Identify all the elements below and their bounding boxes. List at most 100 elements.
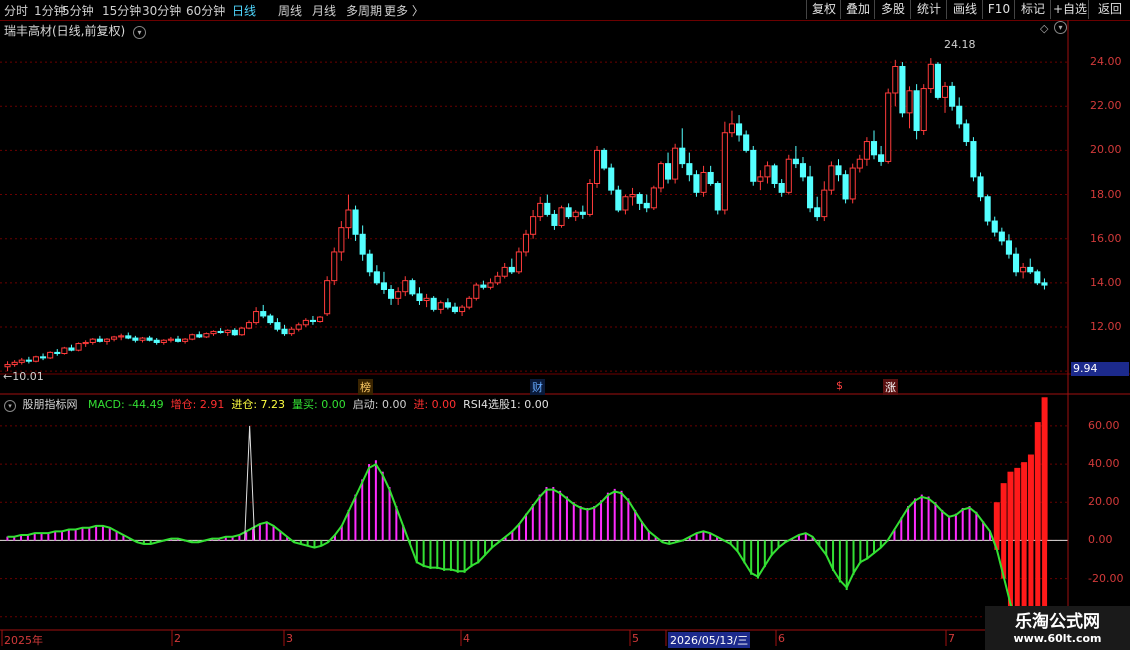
- stock-title-label: 瑞丰高材(日线,前复权): [4, 24, 126, 38]
- time-axis-label: 6: [778, 632, 785, 645]
- candle-body: [1005, 240, 1012, 255]
- macd-bar: [525, 513, 527, 541]
- indicator-axis-label: 0.00: [1088, 533, 1113, 547]
- indicator-title[interactable]: ▾ 股朋指标网 MACD: -44.49 增仓: 2.91 进仓: 7.23 量买: …: [4, 396, 563, 412]
- period-tab-6[interactable]: 日线: [232, 2, 256, 19]
- candle-body: [444, 302, 451, 308]
- candle-body: [693, 174, 700, 193]
- watermark-logo: 乐淘公式网 www.60lt.com: [985, 606, 1130, 650]
- candle-body: [906, 90, 913, 114]
- price-axis-label: 22.00: [1090, 99, 1122, 113]
- signal-bar: [993, 502, 1000, 541]
- toolbar-button-5[interactable]: F10: [982, 0, 1015, 19]
- toolbar-button-7[interactable]: +自选: [1050, 0, 1089, 19]
- candle-body: [842, 174, 849, 200]
- candle-body: [61, 347, 68, 355]
- event-marker-zhang[interactable]: 涨: [883, 379, 898, 395]
- period-tab-5[interactable]: 60分钟: [186, 2, 225, 19]
- period-tab-9[interactable]: 多周期: [346, 2, 382, 19]
- candle-body: [721, 132, 728, 211]
- candle-body: [743, 134, 750, 151]
- candle-body: [47, 351, 54, 359]
- low-price-value: 10.01: [12, 370, 44, 383]
- period-tab-4[interactable]: 30分钟: [142, 2, 181, 19]
- candle-body: [664, 163, 672, 180]
- candle-body: [551, 213, 558, 226]
- toolbar-button-3[interactable]: 统计: [910, 0, 947, 19]
- period-tab-1[interactable]: 1分钟: [34, 2, 66, 19]
- candle-body: [835, 165, 842, 176]
- candle-body: [224, 329, 231, 334]
- indicator-axis-label: 40.00: [1088, 457, 1120, 471]
- period-tab-7[interactable]: 周线: [278, 2, 302, 19]
- indicator-value-4: 启动: 0.00: [352, 398, 407, 411]
- spike-line: [244, 425, 256, 541]
- macd-bar: [913, 498, 916, 541]
- macd-bar: [463, 540, 466, 573]
- candle-body: [565, 207, 572, 218]
- candle-body: [1020, 266, 1027, 273]
- candle-body: [182, 338, 189, 342]
- candle-body: [302, 319, 309, 326]
- candle-body: [679, 147, 686, 165]
- signal-bar: [1041, 397, 1048, 541]
- macd-bar: [572, 502, 575, 541]
- candle-body: [1041, 282, 1048, 286]
- toolbar-button-6[interactable]: 标记: [1014, 0, 1051, 19]
- chevron-down-icon[interactable]: ▾: [4, 400, 16, 412]
- event-marker-bang[interactable]: 榜: [358, 379, 373, 395]
- macd-bar: [477, 540, 480, 564]
- indicator-value-6: RSI4选股1: 0.00: [463, 398, 549, 411]
- candle-body: [459, 306, 466, 313]
- candle-body: [146, 337, 153, 341]
- event-marker-cai[interactable]: 财: [530, 379, 545, 395]
- kline-chart[interactable]: [0, 20, 1130, 650]
- candle-body: [579, 211, 586, 215]
- candle-body: [366, 253, 373, 273]
- macd-bar: [470, 540, 473, 568]
- diamond-icon[interactable]: ◇: [1040, 22, 1048, 35]
- candle-body: [388, 288, 395, 299]
- signal-bar: [1014, 467, 1021, 541]
- candle-body: [82, 341, 89, 345]
- time-axis-label: 2025年: [4, 634, 43, 647]
- toolbar-button-0[interactable]: 复权: [806, 0, 841, 19]
- candle-body: [878, 154, 885, 162]
- candle-body: [295, 324, 302, 330]
- candle-body: [736, 123, 743, 136]
- candle-body: [373, 271, 380, 284]
- toolbar-button-2[interactable]: 多股: [874, 0, 911, 19]
- candle-body: [629, 194, 636, 198]
- macd-bar: [81, 527, 84, 541]
- toolbar-button-4[interactable]: 画线: [946, 0, 983, 19]
- candle-body: [316, 316, 324, 322]
- chevron-down-icon[interactable]: ▾: [1054, 21, 1067, 34]
- macd-bar: [606, 492, 609, 541]
- period-tab-2[interactable]: 5分钟: [62, 2, 94, 19]
- stock-title[interactable]: 瑞丰高材(日线,前复权) ▾: [4, 22, 147, 39]
- chevron-down-icon[interactable]: ▾: [133, 26, 147, 39]
- candle-body: [18, 359, 25, 363]
- candle-body: [601, 149, 608, 169]
- low-price-marker: ←10.01: [3, 370, 44, 383]
- watermark-url: www.60lt.com: [1013, 632, 1102, 645]
- macd-bar: [579, 506, 582, 541]
- event-marker-dollar[interactable]: $: [836, 379, 843, 392]
- candle-body: [54, 351, 61, 355]
- toolbar-button-1[interactable]: 叠加: [840, 0, 875, 19]
- candle-body: [309, 319, 316, 322]
- candle-body: [643, 202, 650, 209]
- candle-body: [359, 233, 366, 255]
- period-tab-8[interactable]: 月线: [312, 2, 336, 19]
- candle-body: [25, 359, 32, 362]
- candle-body: [416, 293, 423, 302]
- period-tab-0[interactable]: 分时: [4, 2, 28, 19]
- candle-body: [750, 149, 757, 182]
- period-tab-3[interactable]: 15分钟: [102, 2, 141, 19]
- macd-bar: [381, 471, 384, 541]
- macd-bar: [74, 528, 77, 541]
- macd-bar: [634, 509, 637, 541]
- toolbar-button-8[interactable]: 返回: [1088, 0, 1130, 19]
- candle-body: [160, 339, 167, 343]
- period-tab-10[interactable]: 更多 〉: [384, 2, 424, 19]
